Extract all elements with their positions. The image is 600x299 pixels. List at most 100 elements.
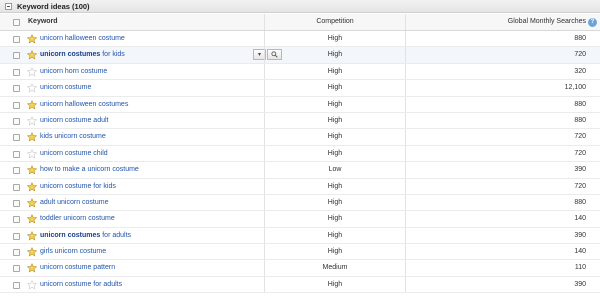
column-divider — [405, 112, 406, 129]
star-icon[interactable] — [26, 148, 38, 159]
searches-value: 140 — [574, 215, 586, 223]
row-checkbox[interactable] — [13, 249, 20, 257]
keyword-ideas-panel: Keyword ideas (100) Keyword Competition … — [0, 0, 600, 299]
keyword-link[interactable]: adult unicorn costume — [40, 199, 108, 206]
table-header: Keyword Competition Global Monthly Searc… — [0, 14, 600, 31]
row-checkbox[interactable] — [13, 167, 20, 175]
table-row[interactable]: unicorn costume for kids High 720 — [0, 178, 600, 195]
keyword-link[interactable]: unicorn costume pattern — [40, 264, 115, 271]
column-divider — [405, 96, 406, 112]
column-header-competition[interactable]: Competition — [265, 18, 405, 25]
table-row[interactable]: unicorn costumes for kids ▾ High 720 — [0, 47, 600, 64]
star-icon[interactable] — [26, 165, 38, 175]
row-checkbox[interactable] — [13, 52, 20, 60]
panel-header: Keyword ideas (100) — [0, 0, 600, 13]
column-divider — [405, 145, 406, 162]
table-row[interactable]: kids unicorn costume High 720 — [0, 129, 600, 146]
table-row[interactable]: unicorn halloween costumes High 880 — [0, 96, 600, 113]
star-icon[interactable] — [26, 66, 38, 77]
table-row[interactable]: unicorn costume adult High 880 — [0, 112, 600, 130]
star-icon[interactable] — [26, 247, 38, 257]
keyword-link[interactable]: girls unicorn costume — [40, 248, 106, 255]
row-checkbox[interactable] — [13, 281, 20, 289]
table-row[interactable]: unicorn costume child High 720 — [0, 145, 600, 163]
keyword-link[interactable]: unicorn costume for kids — [40, 183, 116, 190]
keyword-link[interactable]: unicorn costumes for kids — [40, 51, 125, 58]
keyword-text: for adults — [100, 231, 132, 239]
table-row[interactable]: adult unicorn costume High 880 — [0, 194, 600, 212]
row-checkbox[interactable] — [13, 134, 20, 142]
column-divider — [405, 31, 406, 47]
competition-value: High — [327, 198, 343, 206]
keyword-text: toddler unicorn costume — [40, 215, 115, 223]
star-icon[interactable] — [26, 197, 38, 208]
keyword-link[interactable]: unicorn costumes for adults — [40, 232, 131, 239]
keyword-link[interactable]: unicorn costume child — [40, 150, 108, 157]
table-row[interactable]: unicorn halloween costume High 880 — [0, 31, 600, 48]
competition-value: High — [327, 182, 343, 190]
keyword-text: adult unicorn costume — [40, 198, 109, 206]
keyword-text: unicorn halloween costume — [40, 35, 125, 42]
star-icon[interactable] — [26, 214, 38, 224]
star-icon[interactable] — [26, 263, 38, 273]
star-icon[interactable] — [26, 99, 38, 110]
table-row[interactable]: unicorn costume for adults High 390 — [0, 276, 600, 294]
searches-value: 390 — [574, 166, 586, 174]
competition-value: High — [327, 149, 343, 157]
table-row[interactable]: how to make a unicorn costume Low 390 — [0, 162, 600, 179]
keyword-text: unicorn costume pattern — [40, 264, 116, 272]
row-checkbox[interactable] — [13, 265, 20, 273]
star-icon[interactable] — [26, 115, 38, 126]
star-icon[interactable] — [26, 132, 38, 142]
column-divider — [405, 260, 406, 276]
table-row[interactable]: toddler unicorn costume High 140 — [0, 211, 600, 228]
row-checkbox[interactable] — [13, 183, 20, 191]
column-header-global-monthly-searches[interactable]: Global Monthly Searches — [508, 18, 586, 25]
collapse-icon[interactable] — [5, 2, 12, 10]
column-header-keyword[interactable]: Keyword — [28, 18, 58, 25]
help-icon[interactable]: ? — [588, 18, 597, 27]
competition-value: High — [327, 280, 343, 288]
table-row[interactable]: unicorn costume High 12,100 — [0, 80, 600, 97]
row-checkbox[interactable] — [13, 68, 20, 76]
searches-value: 390 — [574, 280, 586, 288]
star-icon[interactable] — [26, 50, 38, 60]
keyword-link[interactable]: unicorn horn costume — [40, 68, 107, 75]
select-all-checkbox[interactable] — [13, 19, 20, 26]
competition-value: High — [327, 35, 343, 42]
table-row[interactable]: unicorn costumes for adults High 390 — [0, 227, 600, 245]
table-row[interactable]: girls unicorn costume High 140 — [0, 244, 600, 261]
star-icon[interactable] — [26, 34, 38, 44]
table-row[interactable]: unicorn horn costume High 320 — [0, 63, 600, 81]
table-row[interactable]: unicorn costume pattern Medium 110 — [0, 260, 600, 277]
keyword-table: Keyword Competition Global Monthly Searc… — [0, 14, 600, 294]
keyword-link[interactable]: unicorn costume — [40, 84, 91, 91]
keyword-link[interactable]: toddler unicorn costume — [40, 215, 115, 222]
star-icon[interactable] — [26, 83, 38, 93]
searches-value: 12,100 — [564, 84, 586, 92]
row-checkbox[interactable] — [13, 150, 20, 158]
competition-value: High — [327, 100, 343, 108]
column-divider — [405, 244, 406, 260]
row-checkbox[interactable] — [13, 117, 20, 125]
star-icon[interactable] — [26, 181, 38, 192]
row-checkbox[interactable] — [13, 36, 20, 43]
keyword-text: how to make a unicorn costume — [40, 166, 139, 174]
keyword-link[interactable]: unicorn costume for adults — [40, 281, 122, 288]
row-checkbox[interactable] — [13, 85, 20, 93]
star-icon[interactable] — [26, 279, 38, 290]
keyword-link[interactable]: unicorn halloween costumes — [40, 101, 128, 108]
row-checkbox[interactable] — [13, 101, 20, 109]
keyword-link[interactable]: kids unicorn costume — [40, 133, 106, 140]
competition-value: High — [327, 231, 343, 239]
keyword-link[interactable]: unicorn costume adult — [40, 117, 108, 124]
keyword-link[interactable]: unicorn halloween costume — [40, 35, 125, 42]
row-checkbox[interactable] — [13, 199, 20, 207]
star-icon[interactable] — [26, 230, 38, 241]
keyword-text: unicorn costume — [40, 84, 92, 92]
row-checkbox[interactable] — [13, 232, 20, 240]
searches-value: 880 — [574, 35, 586, 42]
keyword-link[interactable]: how to make a unicorn costume — [40, 166, 139, 173]
row-checkbox[interactable] — [13, 216, 20, 224]
column-divider — [405, 162, 406, 178]
